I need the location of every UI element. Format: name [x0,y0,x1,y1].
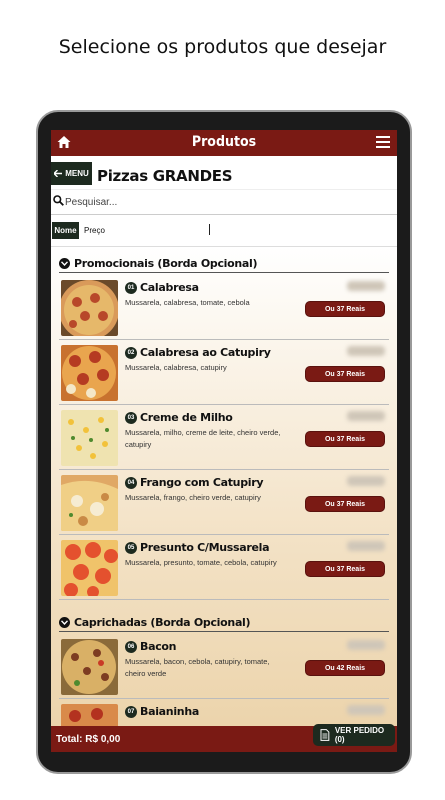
item-number: 05 [125,542,137,554]
app-bar-title: Produtos [191,134,257,150]
page-title: Pizzas GRANDES [97,167,233,185]
item-description: Mussarela, milho, creme de leite, cheiro… [125,428,281,449]
list-item[interactable]: 06 Bacon Mussarela, bacon, cebola, catup… [59,634,389,699]
pizza-image [61,475,118,531]
price-button[interactable]: Ou 37 Reais [305,431,385,447]
price-button[interactable]: Ou 37 Reais [305,496,385,512]
price-blurred [347,281,385,291]
pizza-image [61,639,118,695]
price-blurred [347,541,385,551]
title-bar: MENU Pizzas GRANDES [51,156,397,190]
price-blurred [347,476,385,486]
item-description: Mussarela, presunto, tomate, cebola, cat… [125,558,277,567]
item-number: 02 [125,347,137,359]
price-button[interactable]: Ou 37 Reais [305,301,385,317]
menu-back-button[interactable]: MENU [51,162,92,185]
item-description: Mussarela, bacon, cebola, catupiry, toma… [125,657,270,678]
footer-bar: Total: R$ 0,00 VER PEDIDO (0) [51,724,397,752]
document-icon [320,729,330,741]
section-title: Caprichadas (Borda Opcional) [74,616,251,629]
item-name: Calabresa [140,281,199,294]
price-button[interactable]: Ou 42 Reais [305,660,385,676]
item-name: Bacon [140,640,177,653]
price-blurred [347,411,385,421]
item-name: Frango com Catupiry [140,476,264,489]
view-order-label: VER PEDIDO (0) [334,726,385,744]
page-headline: Selecione os produtos que desejar [58,36,387,58]
sort-by-name-button[interactable]: Nome [52,222,79,239]
item-description: Mussarela, calabresa, catupiry [125,363,227,372]
app-screen: Produtos MENU Pizzas GRANDES Nome Preço … [51,130,397,752]
item-name: Creme de Milho [140,411,233,424]
item-number: 06 [125,641,137,653]
chevron-down-icon [59,258,70,269]
chevron-down-icon [59,617,70,628]
section-caprichadas: Caprichadas (Borda Opcional) 06 Bacon Mu… [59,614,389,726]
price-blurred [347,640,385,650]
price-button[interactable]: Ou 37 Reais [305,366,385,382]
item-description: Mussarela, frango, cheiro verde, catupir… [125,493,261,502]
item-description: Mussarela, calabresa, tomate, cebola [125,298,250,307]
hamburger-icon[interactable] [376,136,390,148]
list-item[interactable]: 05 Presunto C/Mussarela Mussarela, presu… [59,535,389,600]
item-name: Baianinha [140,705,199,718]
item-number: 01 [125,282,137,294]
pizza-image [61,345,118,401]
arrow-left-icon [54,170,63,177]
item-number: 03 [125,412,137,424]
price-blurred [347,705,385,715]
sort-row: Nome Preço [51,215,397,247]
view-order-button[interactable]: VER PEDIDO (0) [313,724,395,746]
pizza-image [61,704,118,726]
search-row [51,190,397,215]
menu-label: MENU [65,169,89,178]
pizza-image [61,410,118,466]
section-header[interactable]: Caprichadas (Borda Opcional) [59,614,389,632]
list-item[interactable]: 01 Calabresa Mussarela, calabresa, tomat… [59,275,389,340]
item-name: Calabresa ao Catupiry [140,346,271,359]
item-number: 04 [125,477,137,489]
section-header[interactable]: Promocionais (Borda Opcional) [59,255,389,273]
search-input[interactable] [65,193,385,211]
section-title: Promocionais (Borda Opcional) [74,257,258,270]
list-item[interactable]: 03 Creme de Milho Mussarela, milho, crem… [59,405,389,470]
app-bar: Produtos [51,130,397,156]
text-cursor [209,224,210,235]
pizza-image [61,280,118,336]
list-item[interactable]: 02 Calabresa ao Catupiry Mussarela, cala… [59,340,389,405]
list-item[interactable]: 07 Baianinha [59,699,389,726]
product-list[interactable]: Promocionais (Borda Opcional) 01 Calabre… [51,247,397,726]
price-blurred [347,346,385,356]
search-icon [53,195,64,206]
item-name: Presunto C/Mussarela [140,541,270,554]
item-number: 07 [125,706,137,718]
section-promocionais: Promocionais (Borda Opcional) 01 Calabre… [59,255,389,600]
pizza-image [61,540,118,596]
order-total: Total: R$ 0,00 [56,734,121,745]
price-button[interactable]: Ou 37 Reais [305,561,385,577]
list-item[interactable]: 04 Frango com Catupiry Mussarela, frango… [59,470,389,535]
sort-by-price-button[interactable]: Preço [84,226,105,235]
